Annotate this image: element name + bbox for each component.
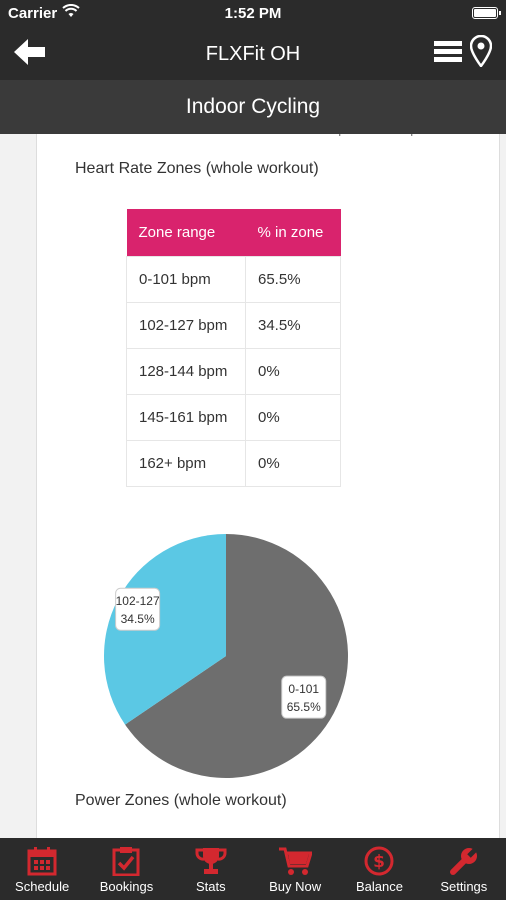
table-row: 128-144 bpm 0%: [126, 347, 341, 395]
nav-bar: FLXFit OH: [0, 26, 506, 80]
workout-content[interactable]: rpm rpm Heart Rate Zones (whole workout)…: [0, 134, 506, 838]
pie-label-percent: 65.5%: [287, 700, 321, 714]
hr-zones-table: Zone range % in zone 0-101 bpm 65.5% 102…: [126, 209, 341, 487]
zone-range-cell: 102-127 bpm: [126, 301, 246, 349]
tab-label: Settings: [440, 879, 488, 894]
tab-label: Balance: [355, 879, 403, 894]
app-title: FLXFit OH: [205, 43, 301, 65]
power-zones-title: Power Zones (whole workout): [75, 792, 287, 809]
location-pin-icon[interactable]: [470, 35, 492, 67]
status-bar: Carrier 1:52 PM: [0, 0, 506, 26]
tab-balance[interactable]: $ Balance: [337, 838, 421, 900]
pie-label-range: 102-127: [116, 594, 160, 608]
tab-schedule[interactable]: Schedule: [0, 838, 84, 900]
rpm-labels: rpm rpm: [333, 134, 473, 137]
battery-icon: [472, 7, 501, 19]
percent-cell: 0%: [245, 393, 341, 441]
table-row: 102-127 bpm 34.5%: [126, 301, 341, 349]
hr-zones-pie-chart: 0-101 65.5% 102-127 34.5%: [104, 534, 349, 778]
pie-label-range: 0-101: [288, 682, 319, 696]
column-header: % in zone: [245, 209, 341, 256]
zone-range-cell: 0-101 bpm: [126, 255, 246, 303]
tab-label: Buy Now: [269, 879, 322, 894]
percent-cell: 0%: [245, 347, 341, 395]
trophy-icon: [195, 848, 227, 874]
table-header-row: Zone range % in zone: [126, 209, 341, 256]
clipboard-check-icon: [112, 847, 140, 876]
page-title: Indoor Cycling: [0, 80, 506, 134]
tab-settings[interactable]: Settings: [422, 838, 506, 900]
tab-stats[interactable]: Stats: [169, 838, 253, 900]
table-row: 162+ bpm 0%: [126, 439, 341, 487]
pie-data-label: 102-127 34.5%: [115, 587, 161, 631]
tab-label: Bookings: [99, 879, 154, 894]
rpm-label: rpm: [333, 134, 359, 137]
tab-label: Stats: [196, 879, 226, 894]
pie-label-percent: 34.5%: [121, 612, 155, 626]
zone-range-cell: 128-144 bpm: [126, 347, 246, 395]
table-row: 145-161 bpm 0%: [126, 393, 341, 441]
column-header: Zone range: [126, 209, 246, 256]
zone-range-cell: 145-161 bpm: [126, 393, 246, 441]
cart-icon: [279, 847, 313, 875]
bottom-tab-bar: Schedule Bookings Stats Buy Now $ Balanc…: [0, 838, 506, 900]
stats-card: rpm rpm Heart Rate Zones (whole workout)…: [36, 134, 500, 838]
hr-zones-title: Heart Rate Zones (whole workout): [75, 160, 319, 177]
rpm-label: rpm: [405, 134, 431, 137]
svg-text:$: $: [374, 852, 386, 872]
zone-range-cell: 162+ bpm: [126, 439, 246, 487]
percent-cell: 34.5%: [245, 301, 341, 349]
percent-cell: 65.5%: [245, 255, 341, 303]
clock: 1:52 PM: [224, 5, 282, 22]
calendar-icon: [27, 847, 57, 876]
tab-label: Schedule: [15, 879, 70, 894]
tab-bookings[interactable]: Bookings: [84, 838, 168, 900]
table-row: 0-101 bpm 65.5%: [126, 255, 341, 303]
wrench-icon: [449, 846, 479, 875]
dollar-icon: $: [364, 846, 394, 876]
pie-data-label: 0-101 65.5%: [281, 675, 327, 719]
list-menu-icon[interactable]: [434, 39, 462, 65]
percent-cell: 0%: [245, 439, 341, 487]
tab-buy-now[interactable]: Buy Now: [253, 838, 337, 900]
